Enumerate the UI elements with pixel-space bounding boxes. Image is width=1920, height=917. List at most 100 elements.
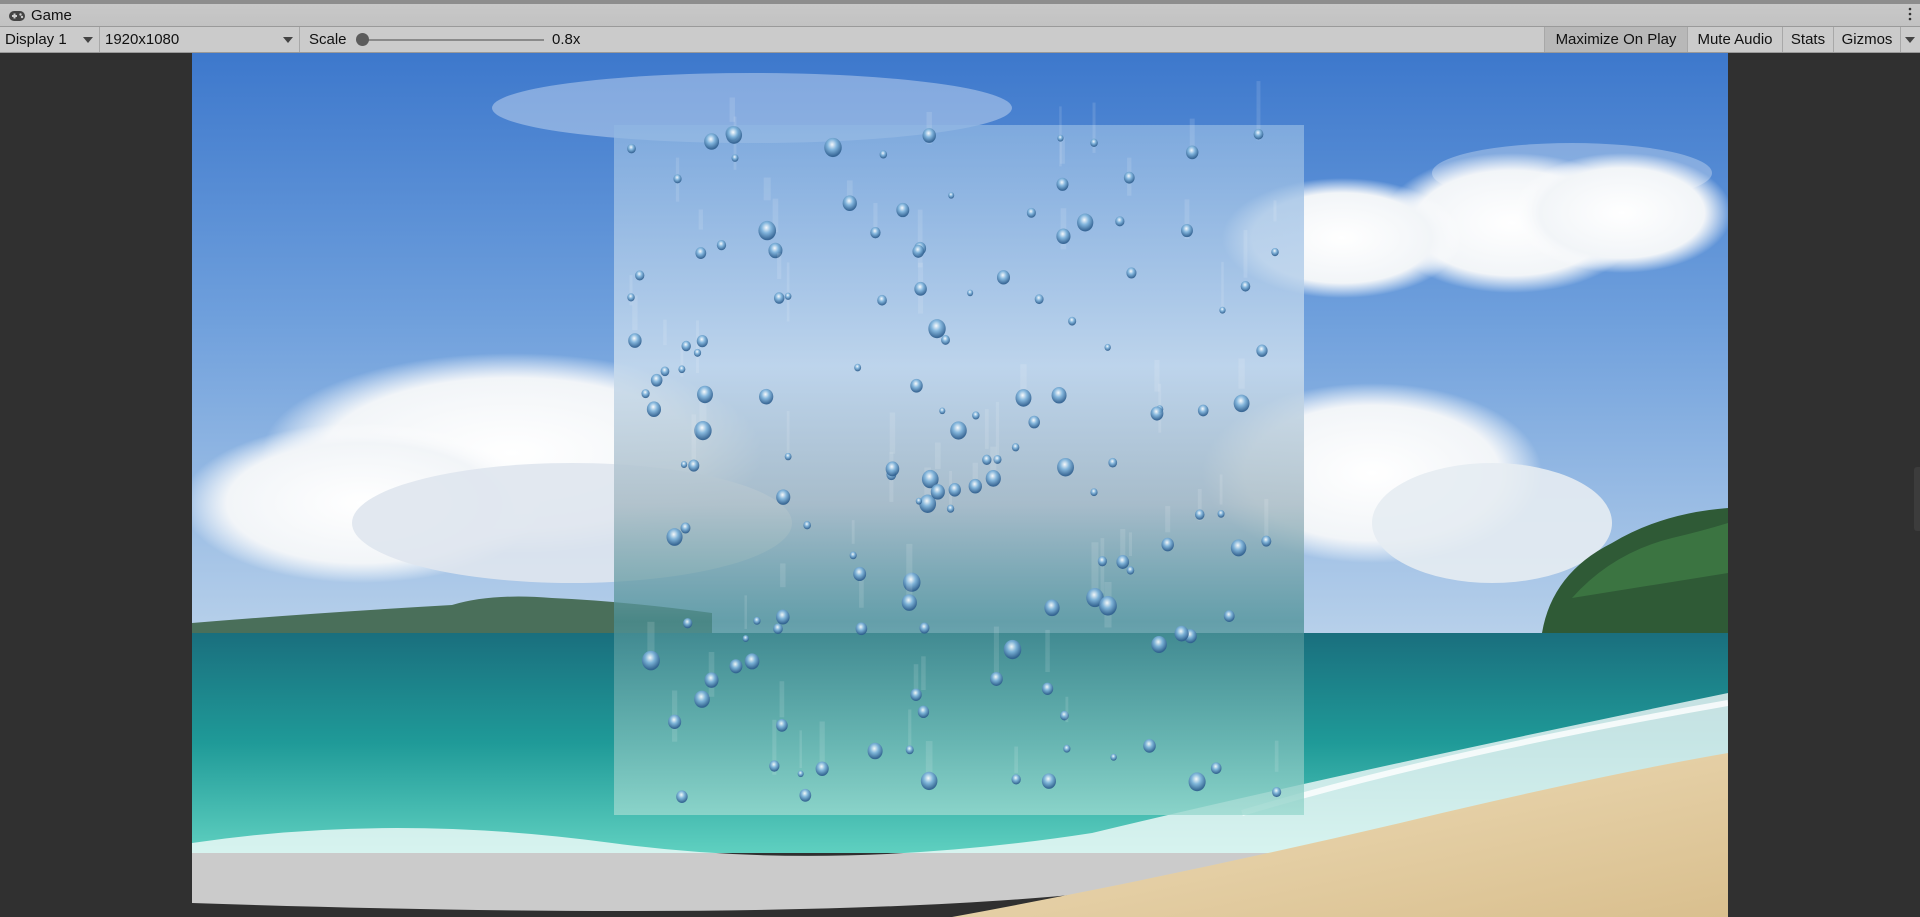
rain-trail — [786, 262, 790, 322]
rain-trail — [799, 730, 802, 769]
water-droplet — [930, 484, 945, 500]
rain-trail — [1238, 358, 1245, 389]
water-droplet — [972, 411, 980, 420]
water-droplet — [990, 671, 1003, 686]
water-droplet — [1011, 774, 1021, 785]
game-tab[interactable]: Game — [0, 4, 80, 27]
water-droplet — [716, 240, 727, 251]
water-droplet — [681, 340, 691, 352]
water-droplet — [744, 653, 760, 670]
window-tab-bar: Game — [0, 0, 1920, 27]
gizmos-menu-button[interactable] — [1900, 27, 1920, 52]
water-droplet — [985, 470, 1001, 487]
water-droplet — [968, 478, 982, 494]
water-droplet — [683, 618, 693, 629]
water-droplet — [1108, 457, 1118, 468]
rain-trail — [908, 709, 912, 746]
water-droplet — [1044, 599, 1060, 617]
water-droplet — [1003, 639, 1022, 660]
mute-audio-label: Mute Audio — [1697, 31, 1773, 48]
water-droplet — [1271, 247, 1279, 257]
water-droplet — [627, 143, 636, 154]
stats-button[interactable]: Stats — [1782, 27, 1833, 52]
chevron-down-icon — [83, 37, 93, 43]
water-droplet — [673, 174, 682, 184]
water-droplet — [915, 497, 922, 505]
rain-trail — [889, 412, 896, 454]
water-droplet — [879, 150, 888, 159]
rain-glass-panel — [614, 81, 1304, 815]
water-droplet — [1057, 457, 1074, 477]
scale-slider-track[interactable] — [362, 39, 544, 41]
water-droplet — [1256, 344, 1268, 357]
water-droplet — [694, 421, 712, 441]
water-droplet — [1041, 773, 1056, 789]
water-droplet — [1056, 177, 1069, 191]
water-droplet — [1015, 389, 1032, 407]
water-droplet — [773, 623, 783, 635]
rain-trail — [777, 253, 782, 279]
water-droplet — [660, 366, 670, 377]
water-droplet — [982, 454, 992, 465]
water-droplet — [696, 334, 708, 348]
water-droplet — [1110, 753, 1117, 761]
water-droplet — [1197, 404, 1209, 417]
water-droplet — [1161, 537, 1174, 552]
resolution-dropdown[interactable]: 1920x1080 — [100, 27, 300, 52]
maximize-on-play-button[interactable]: Maximize On Play — [1544, 27, 1687, 52]
scale-slider-handle[interactable] — [356, 33, 369, 46]
rain-trail — [984, 409, 989, 449]
scale-label: Scale — [309, 31, 347, 48]
water-droplet — [725, 126, 743, 144]
water-droplet — [1261, 535, 1272, 547]
kebab-menu-icon[interactable] — [1908, 6, 1912, 22]
stats-label: Stats — [1790, 31, 1826, 48]
scale-value: 0.8x — [552, 27, 580, 52]
rain-trail — [1091, 542, 1099, 589]
display-dropdown[interactable]: Display 1 — [0, 27, 100, 52]
water-droplet — [697, 385, 713, 404]
water-droplet — [1090, 488, 1098, 497]
water-droplet — [646, 401, 662, 418]
gizmos-button[interactable]: Gizmos — [1833, 27, 1900, 52]
gizmos-label: Gizmos — [1841, 31, 1893, 48]
rain-trail — [744, 595, 747, 629]
mute-audio-button[interactable]: Mute Audio — [1687, 27, 1782, 52]
water-droplet — [731, 154, 739, 162]
water-droplet — [922, 128, 936, 143]
water-droplet — [1057, 134, 1064, 142]
water-droplet — [1126, 267, 1137, 279]
water-droplet — [1097, 556, 1107, 567]
rain-trail — [1219, 474, 1223, 505]
water-droplet — [627, 293, 635, 302]
rain-trail — [995, 401, 1000, 461]
rain-trail — [1221, 261, 1224, 310]
water-droplet — [641, 389, 650, 399]
rain-trail — [696, 320, 699, 374]
water-droplet — [996, 270, 1011, 285]
water-droplet — [1123, 171, 1135, 184]
water-droplet — [680, 522, 691, 534]
water-droplet — [666, 528, 683, 546]
water-droplet — [1230, 539, 1247, 557]
water-droplet — [910, 378, 923, 393]
water-droplet — [1219, 306, 1226, 314]
rain-trail — [1264, 498, 1269, 542]
water-droplet — [901, 594, 917, 611]
water-droplet — [896, 202, 910, 218]
water-droplet — [1099, 596, 1117, 616]
water-droplet — [1240, 281, 1251, 292]
water-droplet — [1026, 207, 1036, 218]
game-viewport — [0, 53, 1920, 917]
water-droplet — [704, 133, 720, 150]
water-droplet — [759, 388, 774, 405]
water-droplet — [941, 335, 950, 345]
rain-trail — [906, 543, 913, 596]
water-droplet — [1151, 635, 1167, 654]
water-droplet — [693, 348, 702, 357]
water-droplet — [694, 690, 710, 708]
water-droplet — [1194, 509, 1205, 520]
water-droplet — [1077, 213, 1094, 232]
water-droplet — [1223, 610, 1235, 622]
resolution-dropdown-label: 1920x1080 — [105, 31, 180, 48]
